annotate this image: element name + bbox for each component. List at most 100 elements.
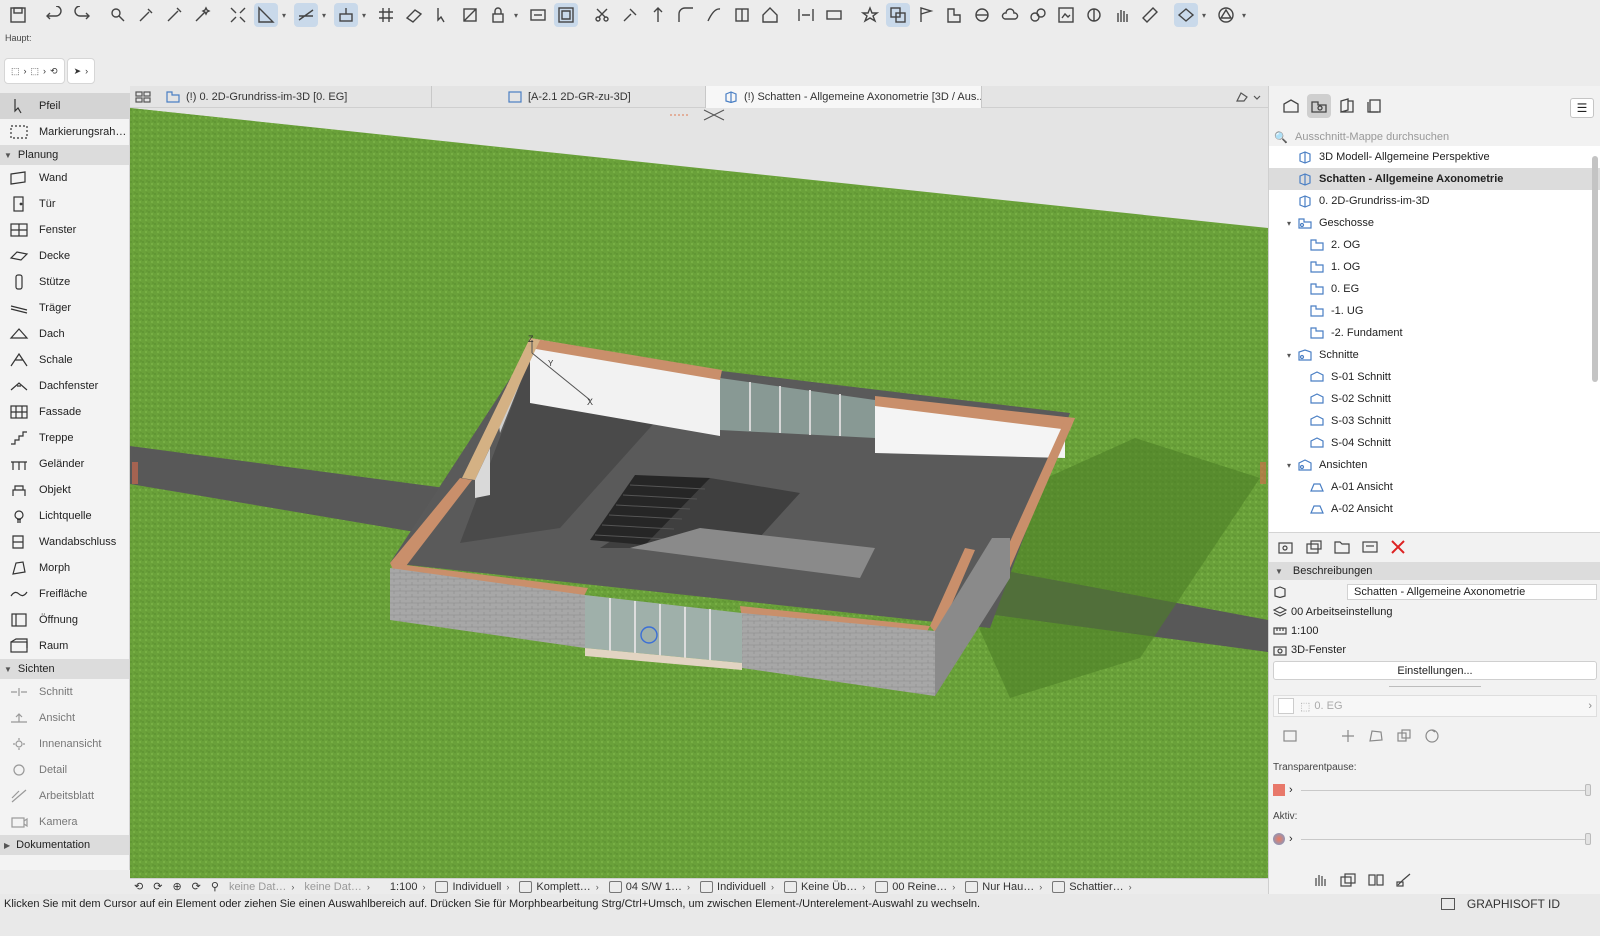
tool-wand[interactable]: Wand (0, 165, 129, 191)
active-slider[interactable]: › (1273, 829, 1597, 849)
tree-item-s-01-schnitt[interactable]: S-01 Schnitt (1269, 366, 1600, 388)
issue-icon[interactable] (942, 3, 966, 27)
walk-icon[interactable]: ⚲ (211, 880, 219, 893)
layer-combination-row[interactable]: 00 Arbeitseinstellung (1269, 602, 1600, 621)
clone-view-icon[interactable] (1303, 536, 1325, 558)
tree-item-s-03-schnitt[interactable]: S-03 Schnitt (1269, 410, 1600, 432)
edge-marker-left[interactable] (132, 462, 138, 484)
arrow-tool-icon[interactable] (430, 3, 454, 27)
layout-icon[interactable] (1026, 3, 1050, 27)
settings-button[interactable]: Einstellungen... (1273, 661, 1597, 680)
dimension-dropdown-1[interactable]: keine Dat… › (229, 881, 294, 893)
adjust-icon[interactable] (618, 3, 642, 27)
transform-icon[interactable] (458, 3, 482, 27)
dashed-rect-icon[interactable]: ⬚ (11, 66, 20, 77)
publish-icon[interactable] (1054, 3, 1078, 27)
tool-tuer[interactable]: Tür (0, 191, 129, 217)
tool-ansicht[interactable]: Ansicht (0, 705, 129, 731)
undo-view-icon[interactable]: ⟲ (134, 880, 143, 893)
transparency-slider[interactable]: › (1273, 780, 1597, 800)
section-dokumentation[interactable]: ▶ Dokumentation (0, 835, 129, 855)
compare-icon[interactable] (1365, 869, 1387, 891)
tool-dachfenster[interactable]: Dachfenster (0, 373, 129, 399)
tree-item-a-02-ansicht[interactable]: A-02 Ansicht (1269, 498, 1600, 520)
search-input[interactable]: Ausschnitt-Mappe durchsuchen (1295, 131, 1449, 143)
view-name-field[interactable]: Schatten - Allgemeine Axonometrie (1347, 583, 1597, 600)
polygon-icon[interactable] (1365, 725, 1387, 747)
tool-treppe[interactable]: Treppe (0, 425, 129, 451)
layout-book-icon[interactable] (1335, 94, 1359, 118)
tree-item-1-og[interactable]: 1. OG (1269, 256, 1600, 278)
tool-detail[interactable]: Detail (0, 757, 129, 783)
redo-icon[interactable] (70, 3, 94, 27)
tool-fenster[interactable]: Fenster (0, 217, 129, 243)
layer-combo-dropdown[interactable]: Individuell › (435, 880, 509, 893)
orbit-icon[interactable]: ⟳ (192, 880, 201, 893)
tool-schale[interactable]: Schale (0, 347, 129, 373)
explode-icon[interactable] (730, 3, 754, 27)
view-options-icon[interactable] (1228, 86, 1268, 108)
color-wheel-icon[interactable] (1273, 833, 1285, 845)
save-view-icon[interactable] (1275, 536, 1297, 558)
tree-item-a-01-ansicht[interactable]: A-01 Ansicht (1269, 476, 1600, 498)
refresh-icon[interactable] (1421, 725, 1443, 747)
guide-lines-icon[interactable] (294, 3, 318, 27)
tree-item--2-fundament[interactable]: -2. Fundament (1269, 322, 1600, 344)
tree-item-schatten-allgemeine-axonometrie[interactable]: Schatten - Allgemeine Axonometrie (1269, 168, 1600, 190)
trim-icon[interactable] (590, 3, 614, 27)
undo-icon[interactable] (42, 3, 66, 27)
chevron-down-icon[interactable]: ▾ (322, 11, 330, 20)
window-icon[interactable] (1440, 898, 1455, 910)
chevron-down-icon[interactable]: ▾ (1283, 461, 1295, 470)
tree-item-s-02-schnitt[interactable]: S-02 Schnitt (1269, 388, 1600, 410)
tool-gelaender[interactable]: Geländer (0, 451, 129, 477)
tool-traeger[interactable]: Träger (0, 295, 129, 321)
view-map-icon[interactable] (1307, 94, 1331, 118)
grid-snap-icon[interactable] (374, 3, 398, 27)
chevron-down-icon[interactable]: ▾ (1202, 11, 1210, 20)
renovation-dropdown[interactable]: 00 Reine… › (875, 880, 955, 893)
tab-floorplan-2d[interactable]: (!) 0. 2D-Grundriss-im-3D [0. EG] (156, 85, 432, 108)
section-sichten[interactable]: ▼ Sichten (0, 659, 129, 679)
tree-item-0-2d-grundriss-im-3d[interactable]: 0. 2D-Grundriss-im-3D (1269, 190, 1600, 212)
display-dropdown[interactable]: Individuell › (700, 880, 774, 893)
tree-scrollbar[interactable] (1592, 156, 1598, 382)
shadow-dropdown[interactable]: Schattier… › (1052, 880, 1132, 893)
rotate-marquee-icon[interactable]: ⟲ (50, 66, 58, 77)
navigator-menu-icon[interactable]: ☰ (1570, 98, 1594, 118)
pen-set-dropdown[interactable]: 04 S/W 1… › (608, 880, 690, 893)
save-icon[interactable] (6, 3, 30, 27)
renovation-icon[interactable] (526, 3, 550, 27)
fillet-icon[interactable] (674, 3, 698, 27)
tool-objekt[interactable]: Objekt (0, 477, 129, 503)
tree-item--1-ug[interactable]: -1. UG (1269, 300, 1600, 322)
pointer-group[interactable]: ➤ › (66, 58, 96, 84)
syringe-icon[interactable] (162, 3, 186, 27)
3d-viewport[interactable]: Z X Y (130, 108, 1268, 878)
scale-row[interactable]: 1:100 (1269, 621, 1600, 640)
lock-icon[interactable] (486, 3, 510, 27)
tool-arbeitsblatt[interactable]: Arbeitsblatt (0, 783, 129, 809)
tool-wandabschluss[interactable]: Wandabschluss (0, 529, 129, 555)
properties-header[interactable]: ▼ Beschreibungen (1269, 562, 1600, 580)
scale-dropdown[interactable]: 1:100 › (390, 881, 426, 893)
story-checkbox[interactable] (1278, 698, 1294, 714)
eyedropper-icon[interactable] (134, 3, 158, 27)
snap-guides-icon[interactable] (254, 3, 278, 27)
favorites-icon[interactable] (858, 3, 882, 27)
chevron-down-icon[interactable]: ▾ (282, 11, 290, 20)
view-icon[interactable] (886, 3, 910, 27)
brand[interactable]: GRAPHISOFT ID (1440, 897, 1560, 911)
fit-icon[interactable] (226, 3, 250, 27)
redo-view-icon[interactable]: ⟳ (153, 880, 162, 893)
cloud-icon[interactable] (998, 3, 1022, 27)
tool-dach[interactable]: Dach (0, 321, 129, 347)
tree-item-0-eg[interactable]: 0. EG (1269, 278, 1600, 300)
tool-kamera[interactable]: Kamera (0, 809, 129, 835)
pointer-icon[interactable]: ➤ (74, 66, 82, 77)
tool-decke[interactable]: Decke (0, 243, 129, 269)
story-selector[interactable]: ⬚ 0. EG › (1273, 695, 1597, 717)
tree-item-geschosse[interactable]: ▾ Geschosse (1269, 212, 1600, 234)
slider-knob[interactable] (1585, 783, 1591, 796)
tool-morph[interactable]: Morph (0, 555, 129, 581)
